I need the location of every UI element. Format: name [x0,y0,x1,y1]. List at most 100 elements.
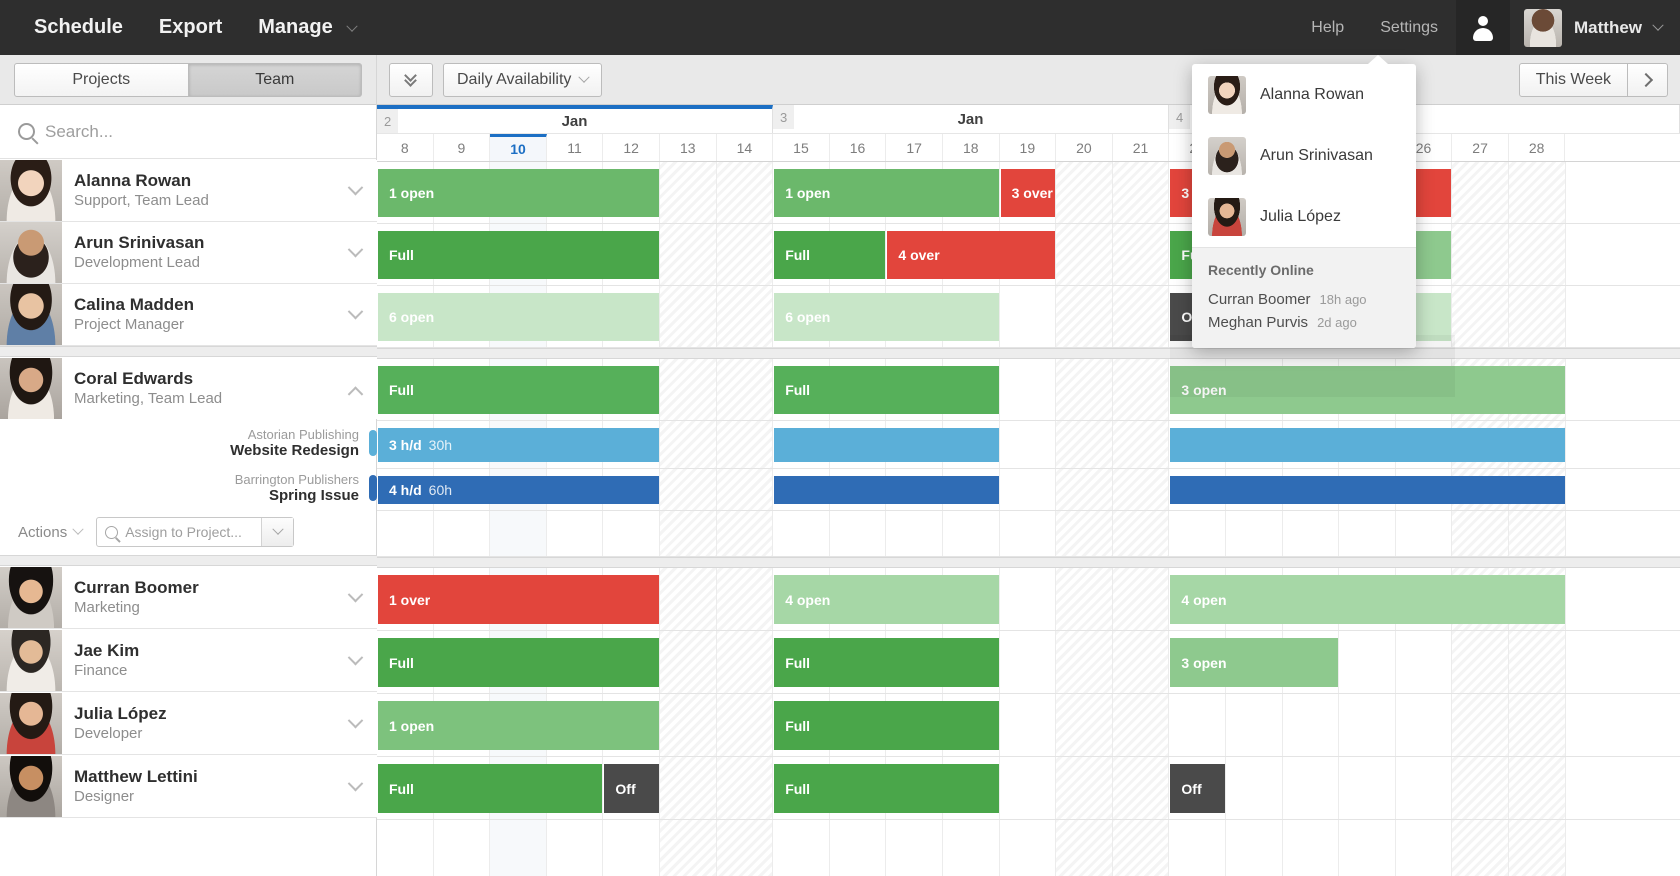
schedule-bar[interactable]: Full [378,764,602,813]
timeline-row-alanna-rowan: 1 open1 open3 over3 over [377,162,1680,224]
schedule-bar[interactable]: 3 open [1170,638,1338,687]
this-week-button[interactable]: This Week [1519,63,1628,97]
timeline-toolbar: Daily Availability This Week [377,55,1680,105]
expand-chevron-icon[interactable] [350,309,377,320]
day-header-20[interactable]: 20 [1056,134,1113,161]
expand-chevron-icon[interactable] [350,655,377,666]
day-header-16[interactable]: 16 [830,134,887,161]
schedule-bar[interactable]: 3 h/d30h [378,428,659,462]
avatar [0,756,62,817]
schedule-bar[interactable]: 4 h/d60h [378,476,659,504]
schedule-bar[interactable]: 6 open [378,293,659,341]
actions-row: Actions Assign to Project... [0,509,377,555]
schedule-bar-label: 4 open [785,592,830,608]
list-item[interactable]: Julia López Developer [0,692,377,755]
day-header-28[interactable]: 28 [1509,134,1566,161]
project-client: Astorian Publishing [230,427,359,442]
nav-item-export[interactable]: Export [141,0,240,55]
schedule-bar[interactable]: Full [774,764,998,813]
search-icon [18,123,35,140]
tab-projects[interactable]: Projects [14,63,189,97]
list-item[interactable]: Curran Boomer Marketing [0,566,377,629]
day-header-9[interactable]: 9 [434,134,491,161]
schedule-bar[interactable]: 4 open [1170,575,1564,624]
schedule-bar[interactable]: Full [378,231,659,279]
day-header-13[interactable]: 13 [660,134,717,161]
assign-dropdown-button[interactable] [261,518,293,546]
expand-chevron-icon[interactable] [350,718,377,729]
schedule-bar[interactable]: 6 open [774,293,998,341]
search-input[interactable]: Search... [0,105,376,159]
schedule-bar[interactable]: Full [774,231,885,279]
person-role: Developer [74,724,350,743]
day-header-21[interactable]: 21 [1113,134,1170,161]
nav-link-help[interactable]: Help [1293,0,1362,55]
person-name: Matthew Lettini [74,767,350,787]
expand-chevron-icon[interactable] [350,781,377,792]
list-item[interactable]: Matthew Lettini Designer [0,755,377,818]
day-header-14[interactable]: 14 [717,134,774,161]
day-header-19[interactable]: 19 [1000,134,1057,161]
list-item[interactable]: Jae Kim Finance [0,629,377,692]
project-row-label[interactable]: Astorian Publishing Website Redesign [0,419,377,467]
day-header-15[interactable]: 15 [773,134,830,161]
menu-item-person[interactable]: Alanna Rowan [1192,64,1416,125]
schedule-bar[interactable] [1170,476,1564,504]
schedule-bar[interactable]: Full [774,366,998,414]
schedule-bar[interactable] [1170,428,1564,462]
user-menu-button[interactable]: Matthew [1510,0,1680,55]
schedule-bar[interactable] [774,476,998,504]
recently-online-item[interactable]: Curran Boomer 18h ago [1208,288,1400,311]
schedule-bar[interactable]: Full [378,366,659,414]
day-header-27[interactable]: 27 [1452,134,1509,161]
nav-item-schedule[interactable]: Schedule [16,0,141,55]
timeline-row-curran-boomer: 1 over 4 open 4 open [377,568,1680,631]
expand-chevron-icon[interactable] [350,185,377,196]
people-menu-button[interactable] [1456,0,1510,55]
schedule-bar[interactable]: Full [378,638,659,687]
list-item[interactable]: Arun Srinivasan Development Lead [0,222,377,284]
list-item[interactable]: Alanna Rowan Support, Team Lead [0,160,377,222]
group-separator [377,557,1680,568]
schedule-bar[interactable]: 4 open [774,575,998,624]
expand-chevron-icon[interactable] [350,247,377,258]
schedule-bar[interactable]: 1 over [378,575,659,624]
schedule-bar[interactable]: 1 open [774,169,998,217]
schedule-bar[interactable]: Full [774,701,998,750]
schedule-bar[interactable]: 4 over [887,231,1055,279]
avatar [0,567,62,628]
schedule-bar[interactable]: 3 over [1001,169,1056,217]
assign-to-project-input[interactable]: Assign to Project... [97,524,261,540]
tab-team[interactable]: Team [189,63,363,97]
day-header-17[interactable]: 17 [886,134,943,161]
project-row-label[interactable]: Barrington Publishers Spring Issue [0,467,377,509]
day-header-10[interactable]: 10 [490,134,547,161]
schedule-bar[interactable]: Off [1170,764,1225,813]
schedule-bar[interactable]: Full [774,638,998,687]
menu-item-person[interactable]: Arun Srinivasan [1192,125,1416,186]
day-header-11[interactable]: 11 [547,134,604,161]
collapse-all-button[interactable] [389,63,433,97]
nav-link-settings[interactable]: Settings [1362,0,1456,55]
list-item[interactable]: Coral Edwards Marketing, Team Lead [0,357,377,419]
nav-item-manage[interactable]: Manage [240,0,374,55]
actions-menu-button[interactable]: Actions [18,524,82,541]
next-period-button[interactable] [1628,63,1668,97]
collapse-chevron-icon[interactable] [350,383,377,394]
day-header-8[interactable]: 8 [377,134,434,161]
day-header-12[interactable]: 12 [603,134,660,161]
expand-chevron-icon[interactable] [350,592,377,603]
recently-online-item[interactable]: Meghan Purvis 2d ago [1208,311,1400,334]
secondary-nav: Help Settings Matthew [1293,0,1680,55]
assign-to-project-combo[interactable]: Assign to Project... [96,517,294,547]
list-item[interactable]: Calina Madden Project Manager [0,284,377,346]
avatar [1208,137,1246,175]
menu-item-person[interactable]: Julia López [1192,186,1416,247]
schedule-bar[interactable] [774,428,998,462]
schedule-bar[interactable]: Off [604,764,659,813]
day-header-18[interactable]: 18 [943,134,1000,161]
schedule-bar[interactable]: 1 open [378,169,659,217]
schedule-bar[interactable]: 1 open [378,701,659,750]
schedule-bar-label: Full [389,781,414,797]
view-mode-select[interactable]: Daily Availability [443,63,602,97]
